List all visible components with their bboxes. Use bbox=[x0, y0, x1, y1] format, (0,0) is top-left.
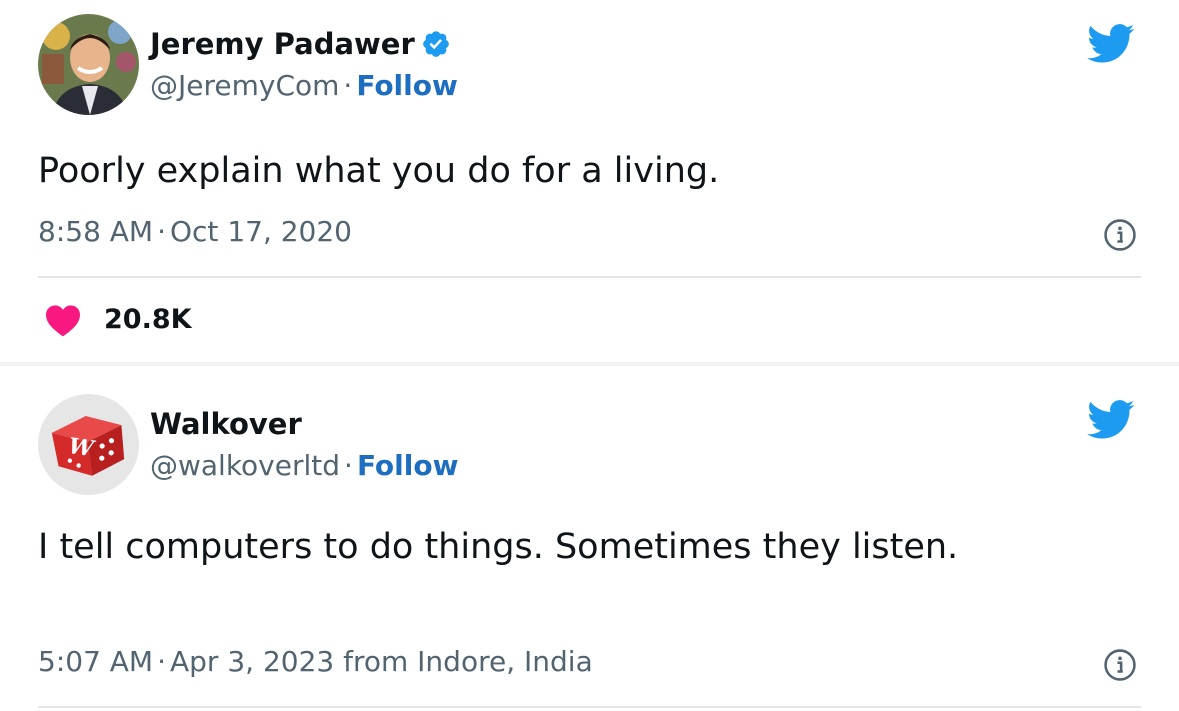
like-count: 20.8K bbox=[104, 304, 192, 335]
tweet-date: Oct 17, 2020 bbox=[170, 215, 352, 248]
verified-badge-icon bbox=[422, 31, 449, 57]
author-handle[interactable]: @walkoverltd bbox=[150, 449, 340, 482]
name-row: Walkover bbox=[150, 406, 458, 442]
tweet-timestamp[interactable]: 8:58 AM · Oct 17, 2020 bbox=[38, 214, 352, 250]
separator-dot: · bbox=[343, 69, 353, 102]
author-info: Walkover @walkoverltd · Follow bbox=[150, 406, 458, 484]
separator-dot: · bbox=[157, 215, 166, 248]
tweet-header: Jeremy Padawer @JeremyCom · Follow bbox=[38, 14, 1149, 122]
author-name[interactable]: Walkover bbox=[150, 406, 302, 442]
handle-row: @walkoverltd · Follow bbox=[150, 448, 458, 484]
avatar[interactable] bbox=[38, 14, 139, 115]
name-row: Jeremy Padawer bbox=[150, 26, 458, 62]
follow-button[interactable]: Follow bbox=[357, 449, 459, 482]
tweet-card-jeremy[interactable]: Jeremy Padawer @JeremyCom · Follow Poorly … bbox=[0, 0, 1179, 362]
tweet-date: Apr 3, 2023 from Indore, India bbox=[170, 645, 593, 678]
tweet-text: I tell computers to do things. Sometimes… bbox=[38, 527, 959, 567]
follow-button[interactable]: Follow bbox=[356, 69, 458, 102]
tweet-card-walkover[interactable]: W Walkover @walkoverltd · Follow I tell … bbox=[0, 366, 1179, 711]
like-button[interactable]: 20.8K bbox=[44, 302, 192, 338]
tweet-time: 8:58 AM bbox=[38, 215, 154, 248]
tweet-time: 5:07 AM bbox=[38, 645, 154, 678]
tweet-timestamp[interactable]: 5:07 AM · Apr 3, 2023 from Indore, India bbox=[38, 644, 593, 680]
walkover-logo-icon: W bbox=[38, 394, 139, 495]
author-name[interactable]: Jeremy Padawer bbox=[150, 26, 415, 62]
tweet-text: Poorly explain what you do for a living. bbox=[38, 151, 720, 191]
info-icon[interactable] bbox=[1103, 648, 1137, 682]
author-handle[interactable]: @JeremyCom bbox=[150, 69, 339, 102]
twitter-bird-icon[interactable] bbox=[1087, 24, 1135, 64]
divider bbox=[38, 706, 1141, 708]
author-info: Jeremy Padawer @JeremyCom · Follow bbox=[150, 26, 458, 104]
avatar-photo-image bbox=[38, 14, 139, 115]
tweet-feed: Jeremy Padawer @JeremyCom · Follow Poorly … bbox=[0, 0, 1179, 711]
handle-row: @JeremyCom · Follow bbox=[150, 68, 458, 104]
info-icon[interactable] bbox=[1103, 218, 1137, 252]
tweet-header: W Walkover @walkoverltd · Follow bbox=[38, 394, 1149, 502]
avatar[interactable]: W bbox=[38, 394, 139, 495]
twitter-bird-icon[interactable] bbox=[1087, 400, 1135, 440]
divider bbox=[38, 276, 1141, 278]
separator-dot: · bbox=[157, 645, 166, 678]
heart-icon bbox=[46, 305, 80, 337]
separator-dot: · bbox=[344, 449, 353, 482]
